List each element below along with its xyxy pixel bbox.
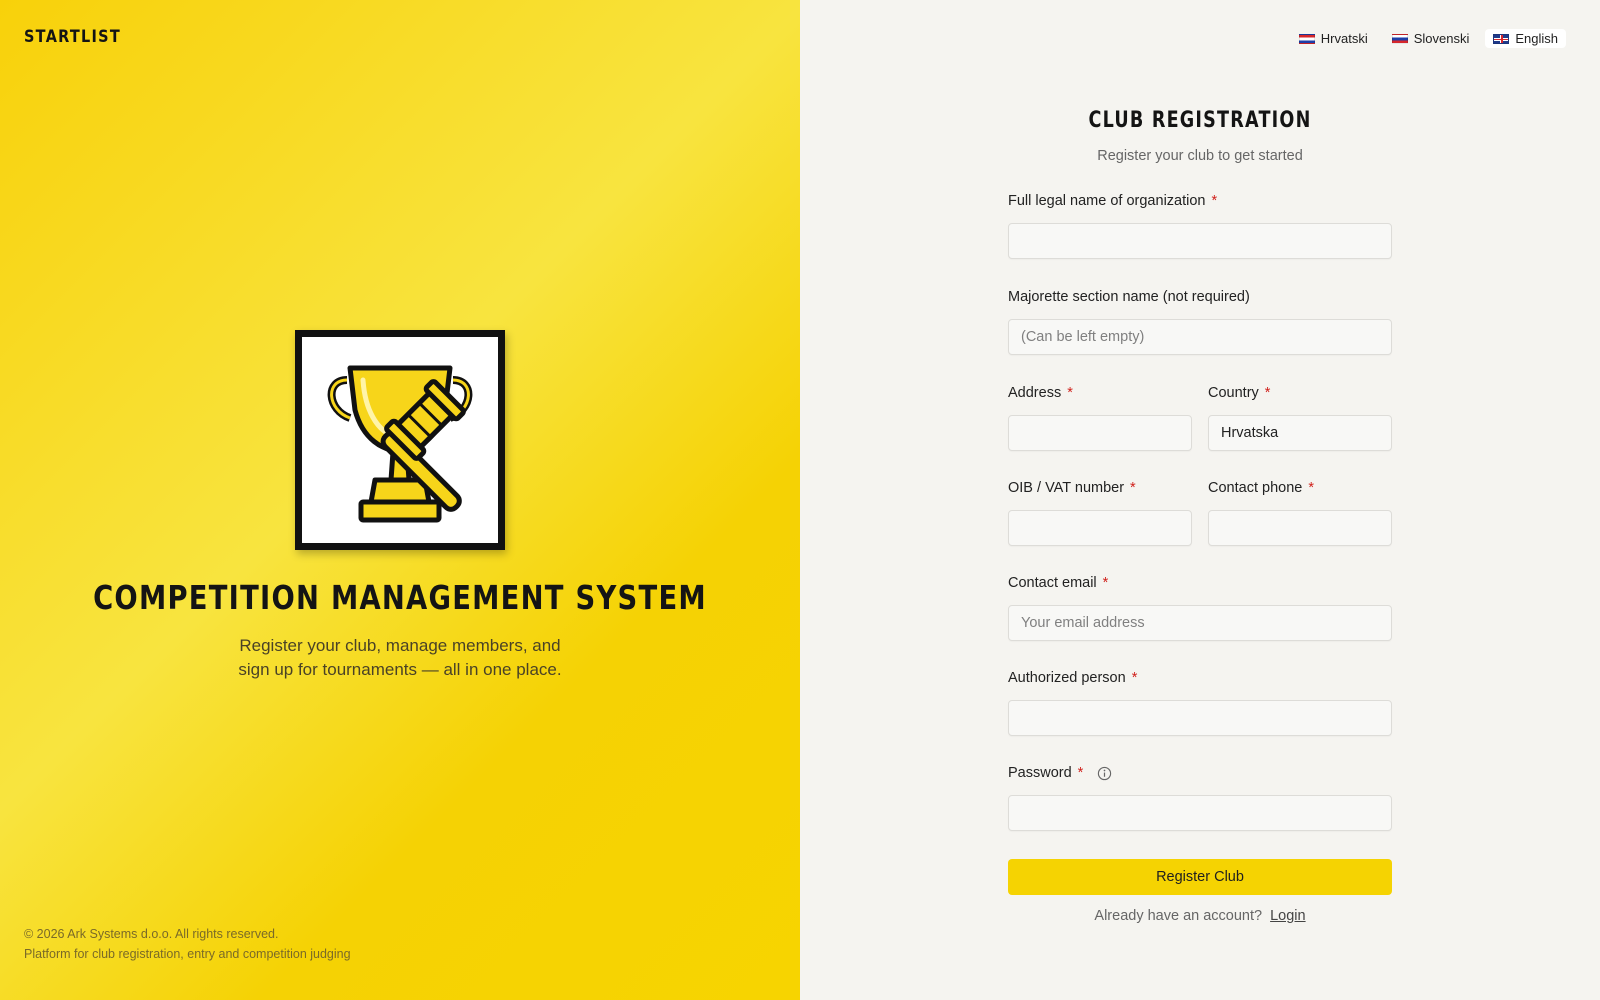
- org-name-field: Full legal name of organization *: [1008, 191, 1392, 259]
- flag-si-icon: [1391, 33, 1408, 44]
- password-label: Password *: [1008, 763, 1392, 783]
- form-title: CLUB REGISTRATION: [1088, 108, 1312, 133]
- email-field: Contact email *: [1008, 573, 1392, 641]
- required-mark: *: [1264, 385, 1271, 401]
- register-club-button[interactable]: Register Club: [1008, 859, 1392, 895]
- country-label: Country *: [1208, 383, 1392, 403]
- trophy-gavel-icon: [327, 365, 473, 523]
- language-label: Slovenski: [1413, 31, 1470, 46]
- country-field: Country *: [1208, 383, 1392, 451]
- copyright-text: © 2026 Ark Systems d.o.o. All rights res…: [24, 927, 279, 941]
- language-switcher: Hrvatski Slovenski English: [1291, 29, 1566, 48]
- authorized-person-label-text: Authorized person: [1008, 670, 1126, 686]
- section-name-input[interactable]: [1008, 319, 1392, 355]
- language-option-slovenski[interactable]: Slovenski: [1384, 29, 1478, 48]
- brand-panel: STARTLIST COMPETITION MANAGEMENT SYSTEM …: [0, 0, 800, 1000]
- authorized-person-input[interactable]: [1008, 700, 1392, 736]
- required-mark: *: [1131, 670, 1138, 686]
- language-option-hrvatski[interactable]: Hrvatski: [1291, 29, 1376, 48]
- phone-label: Contact phone *: [1208, 478, 1392, 498]
- hero-subtitle-line: sign up for tournaments — all in one pla…: [238, 660, 562, 679]
- form-subtitle: Register your club to get started: [1097, 148, 1303, 164]
- address-label-text: Address: [1008, 385, 1062, 401]
- oib-field: OIB / VAT number *: [1008, 478, 1192, 546]
- org-name-label: Full legal name of organization *: [1008, 191, 1392, 211]
- authorized-person-field: Authorized person *: [1008, 668, 1392, 736]
- login-prompt-text: Already have an account?: [1094, 908, 1263, 924]
- phone-label-text: Contact phone: [1208, 480, 1303, 496]
- footer: © 2026 Ark Systems d.o.o. All rights res…: [24, 924, 351, 964]
- oib-label-text: OIB / VAT number: [1008, 480, 1125, 496]
- hero-title: COMPETITION MANAGEMENT SYSTEM: [93, 578, 707, 617]
- phone-input[interactable]: [1208, 510, 1392, 546]
- country-label-text: Country: [1208, 385, 1259, 401]
- country-input[interactable]: [1208, 415, 1392, 451]
- email-label-text: Contact email: [1008, 575, 1097, 591]
- phone-field: Contact phone *: [1208, 478, 1392, 546]
- login-link[interactable]: Login: [1270, 908, 1305, 924]
- registration-panel: Hrvatski Slovenski English CLUB REGISTRA…: [800, 0, 1600, 1000]
- required-mark: *: [1102, 575, 1109, 591]
- required-mark: *: [1211, 193, 1218, 209]
- oib-input[interactable]: [1008, 510, 1192, 546]
- brand-logo-text[interactable]: STARTLIST: [24, 27, 121, 47]
- language-label: Hrvatski: [1320, 31, 1368, 46]
- authorized-person-label: Authorized person *: [1008, 668, 1392, 688]
- hero-subtitle: Register your club, manage members, and …: [220, 634, 580, 682]
- login-prompt: Already have an account? Login: [1008, 908, 1392, 924]
- trophy-gavel-logo: [295, 330, 505, 550]
- section-name-label-text: Majorette section name (not required): [1008, 289, 1250, 305]
- org-name-label-text: Full legal name of organization: [1008, 193, 1206, 209]
- required-mark: *: [1067, 385, 1073, 401]
- address-field: Address *: [1008, 383, 1192, 451]
- flag-hr-icon: [1298, 33, 1315, 44]
- footer-tagline: Platform for club registration, entry an…: [24, 947, 351, 961]
- password-input[interactable]: [1008, 795, 1392, 831]
- flag-en-icon: [1493, 33, 1510, 44]
- language-option-english[interactable]: English: [1485, 29, 1566, 48]
- section-name-field: Majorette section name (not required): [1008, 287, 1392, 355]
- email-label: Contact email *: [1008, 573, 1392, 593]
- hero-subtitle-line: Register your club, manage members, and: [239, 636, 561, 655]
- address-label: Address *: [1008, 383, 1192, 403]
- address-input[interactable]: [1008, 415, 1192, 451]
- password-label-text: Password: [1008, 765, 1072, 781]
- oib-label: OIB / VAT number *: [1008, 478, 1192, 498]
- required-mark: *: [1077, 765, 1084, 781]
- info-icon[interactable]: [1097, 766, 1112, 781]
- required-mark: *: [1130, 480, 1136, 496]
- section-name-label: Majorette section name (not required): [1008, 287, 1392, 307]
- required-mark: *: [1308, 480, 1314, 496]
- org-name-input[interactable]: [1008, 223, 1392, 259]
- email-input[interactable]: [1008, 605, 1392, 641]
- password-field: Password *: [1008, 763, 1392, 831]
- language-label: English: [1515, 31, 1558, 46]
